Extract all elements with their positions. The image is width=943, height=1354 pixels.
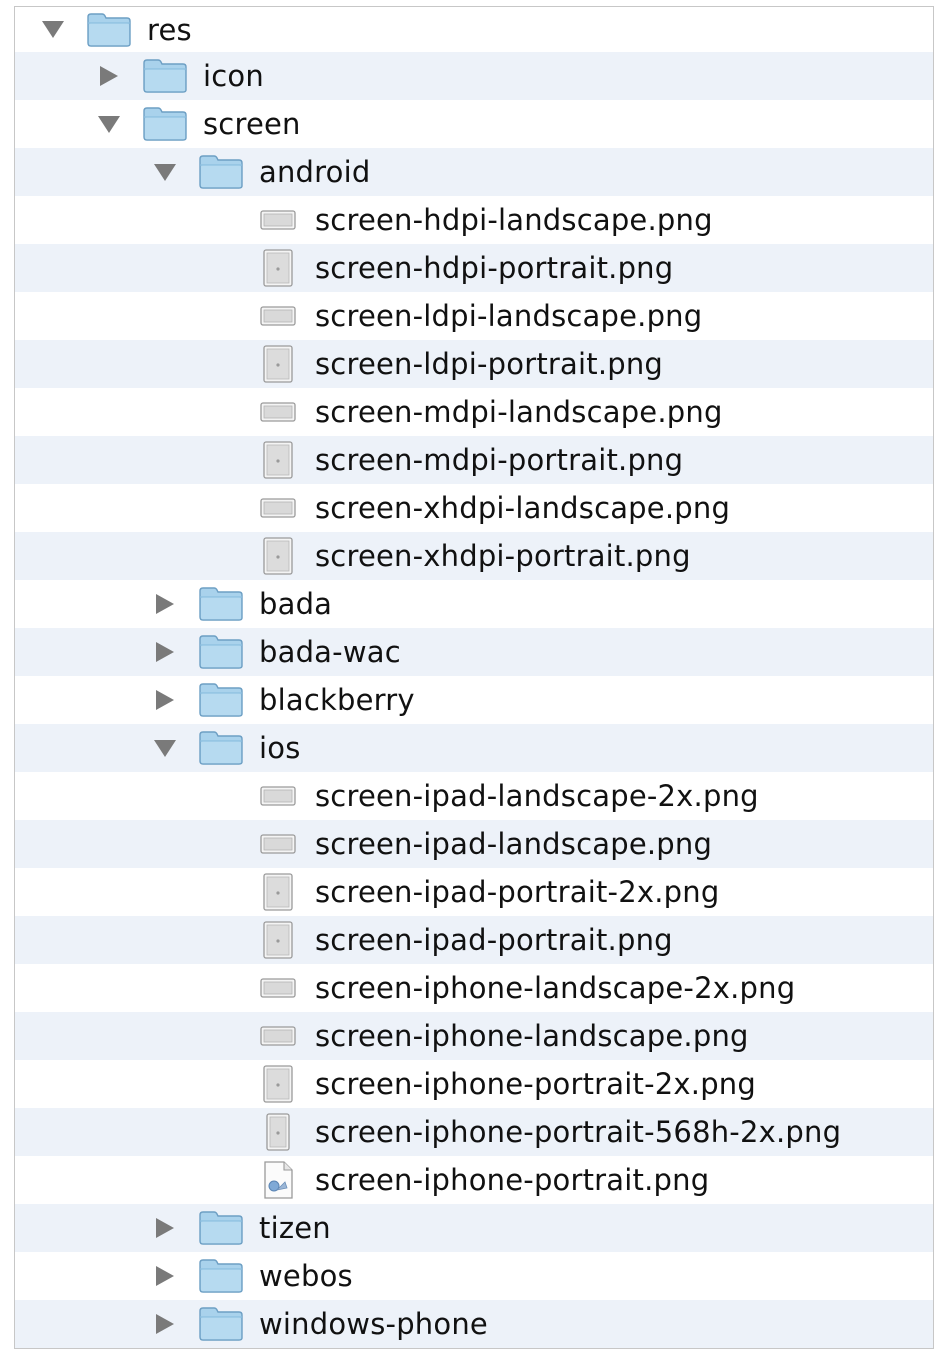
image-portrait-icon bbox=[260, 340, 296, 388]
tree-row-file[interactable]: screen-xhdpi-portrait.png bbox=[15, 532, 933, 580]
file-tree: res icon screen android screen-hdpi-land… bbox=[14, 6, 934, 1349]
tree-item-label: android bbox=[259, 155, 371, 189]
tree-item-label: screen-iphone-portrait.png bbox=[315, 1163, 710, 1197]
tree-row-folder[interactable]: blackberry bbox=[15, 676, 933, 724]
tree-item-label: screen-ipad-landscape.png bbox=[315, 827, 713, 861]
image-portrait-icon bbox=[260, 436, 296, 484]
folder-icon bbox=[199, 580, 243, 628]
tree-item-label: screen-xhdpi-landscape.png bbox=[315, 491, 731, 525]
image-landscape-icon bbox=[260, 292, 296, 340]
disclosure-down-icon[interactable] bbox=[38, 7, 68, 52]
tree-row-file[interactable]: screen-mdpi-landscape.png bbox=[15, 388, 933, 436]
tree-row-folder[interactable]: icon bbox=[15, 52, 933, 100]
image-portrait-icon bbox=[260, 532, 296, 580]
tree-row-file[interactable]: screen-ipad-landscape.png bbox=[15, 820, 933, 868]
tree-row-file[interactable]: screen-iphone-portrait-568h-2x.png bbox=[15, 1108, 933, 1156]
image-landscape-icon bbox=[260, 196, 296, 244]
tree-item-label: icon bbox=[203, 59, 264, 93]
tree-row-folder[interactable]: webos bbox=[15, 1252, 933, 1300]
tree-item-label: screen-iphone-portrait-2x.png bbox=[315, 1067, 756, 1101]
tree-row-file[interactable]: screen-iphone-landscape-2x.png bbox=[15, 964, 933, 1012]
tree-row-folder[interactable]: screen bbox=[15, 100, 933, 148]
tree-row-file[interactable]: screen-iphone-portrait-2x.png bbox=[15, 1060, 933, 1108]
disclosure-down-icon[interactable] bbox=[94, 100, 124, 148]
folder-icon bbox=[199, 676, 243, 724]
tree-item-label: ios bbox=[259, 731, 301, 765]
folder-icon bbox=[143, 52, 187, 100]
tree-row-folder[interactable]: ios bbox=[15, 724, 933, 772]
disclosure-down-icon[interactable] bbox=[150, 148, 180, 196]
image-landscape-icon bbox=[260, 388, 296, 436]
tree-item-label: screen-hdpi-portrait.png bbox=[315, 251, 674, 285]
disclosure-right-icon[interactable] bbox=[150, 1252, 180, 1300]
image-portrait-icon bbox=[260, 1060, 296, 1108]
disclosure-down-icon[interactable] bbox=[150, 724, 180, 772]
disclosure-right-icon[interactable] bbox=[150, 1204, 180, 1252]
folder-icon bbox=[199, 1204, 243, 1252]
tree-item-label: screen-ldpi-portrait.png bbox=[315, 347, 664, 381]
tree-item-label: res bbox=[147, 12, 192, 47]
folder-icon bbox=[199, 628, 243, 676]
disclosure-right-icon[interactable] bbox=[150, 580, 180, 628]
folder-icon bbox=[199, 1252, 243, 1300]
disclosure-right-icon[interactable] bbox=[150, 628, 180, 676]
tree-item-label: windows-phone bbox=[259, 1307, 488, 1341]
tree-item-label: tizen bbox=[259, 1211, 331, 1245]
tree-row-file[interactable]: screen-ipad-portrait-2x.png bbox=[15, 868, 933, 916]
tree-item-label: screen-ipad-portrait-2x.png bbox=[315, 875, 720, 909]
image-landscape-icon bbox=[260, 964, 296, 1012]
image-file-icon bbox=[260, 1156, 296, 1204]
tree-row-file[interactable]: screen-ldpi-landscape.png bbox=[15, 292, 933, 340]
tree-item-label: screen-ipad-landscape-2x.png bbox=[315, 779, 759, 813]
tree-row-file[interactable]: screen-ipad-landscape-2x.png bbox=[15, 772, 933, 820]
tree-item-label: screen-hdpi-landscape.png bbox=[315, 203, 713, 237]
tree-item-label: screen-ipad-portrait.png bbox=[315, 923, 673, 957]
tree-row-folder[interactable]: bada bbox=[15, 580, 933, 628]
tree-row-folder[interactable]: bada-wac bbox=[15, 628, 933, 676]
folder-icon bbox=[199, 724, 243, 772]
image-portrait-icon bbox=[260, 916, 296, 964]
tree-item-label: screen-mdpi-landscape.png bbox=[315, 395, 723, 429]
tree-row-file[interactable]: screen-iphone-landscape.png bbox=[15, 1012, 933, 1060]
tree-row-folder[interactable]: res bbox=[15, 7, 933, 52]
image-portrait-icon bbox=[260, 868, 296, 916]
folder-icon bbox=[199, 1300, 243, 1348]
tree-row-folder[interactable]: windows-phone bbox=[15, 1300, 933, 1348]
image-landscape-icon bbox=[260, 772, 296, 820]
disclosure-right-icon[interactable] bbox=[150, 676, 180, 724]
image-portrait-icon bbox=[260, 244, 296, 292]
tree-item-label: blackberry bbox=[259, 683, 415, 717]
tree-row-file[interactable]: screen-iphone-portrait.png bbox=[15, 1156, 933, 1204]
tree-row-file[interactable]: screen-ldpi-portrait.png bbox=[15, 340, 933, 388]
tree-row-file[interactable]: screen-mdpi-portrait.png bbox=[15, 436, 933, 484]
tree-row-file[interactable]: screen-xhdpi-landscape.png bbox=[15, 484, 933, 532]
tree-item-label: screen bbox=[203, 107, 301, 141]
tree-row-folder[interactable]: android bbox=[15, 148, 933, 196]
tree-row-file[interactable]: screen-hdpi-portrait.png bbox=[15, 244, 933, 292]
tree-item-label: webos bbox=[259, 1259, 353, 1293]
image-portrait-icon bbox=[260, 1108, 296, 1156]
folder-icon bbox=[87, 7, 131, 52]
tree-item-label: screen-ldpi-landscape.png bbox=[315, 299, 703, 333]
image-landscape-icon bbox=[260, 484, 296, 532]
tree-item-label: bada-wac bbox=[259, 635, 401, 669]
tree-row-file[interactable]: screen-hdpi-landscape.png bbox=[15, 196, 933, 244]
tree-item-label: screen-xhdpi-portrait.png bbox=[315, 539, 691, 573]
image-landscape-icon bbox=[260, 1012, 296, 1060]
disclosure-right-icon[interactable] bbox=[150, 1300, 180, 1348]
folder-icon bbox=[199, 148, 243, 196]
tree-item-label: screen-iphone-portrait-568h-2x.png bbox=[315, 1115, 842, 1149]
image-landscape-icon bbox=[260, 820, 296, 868]
tree-item-label: screen-iphone-landscape.png bbox=[315, 1019, 749, 1053]
folder-icon bbox=[143, 100, 187, 148]
tree-item-label: screen-iphone-landscape-2x.png bbox=[315, 971, 796, 1005]
tree-row-folder[interactable]: tizen bbox=[15, 1204, 933, 1252]
disclosure-right-icon[interactable] bbox=[94, 52, 124, 100]
tree-row-file[interactable]: screen-ipad-portrait.png bbox=[15, 916, 933, 964]
tree-item-label: screen-mdpi-portrait.png bbox=[315, 443, 684, 477]
tree-item-label: bada bbox=[259, 587, 333, 621]
